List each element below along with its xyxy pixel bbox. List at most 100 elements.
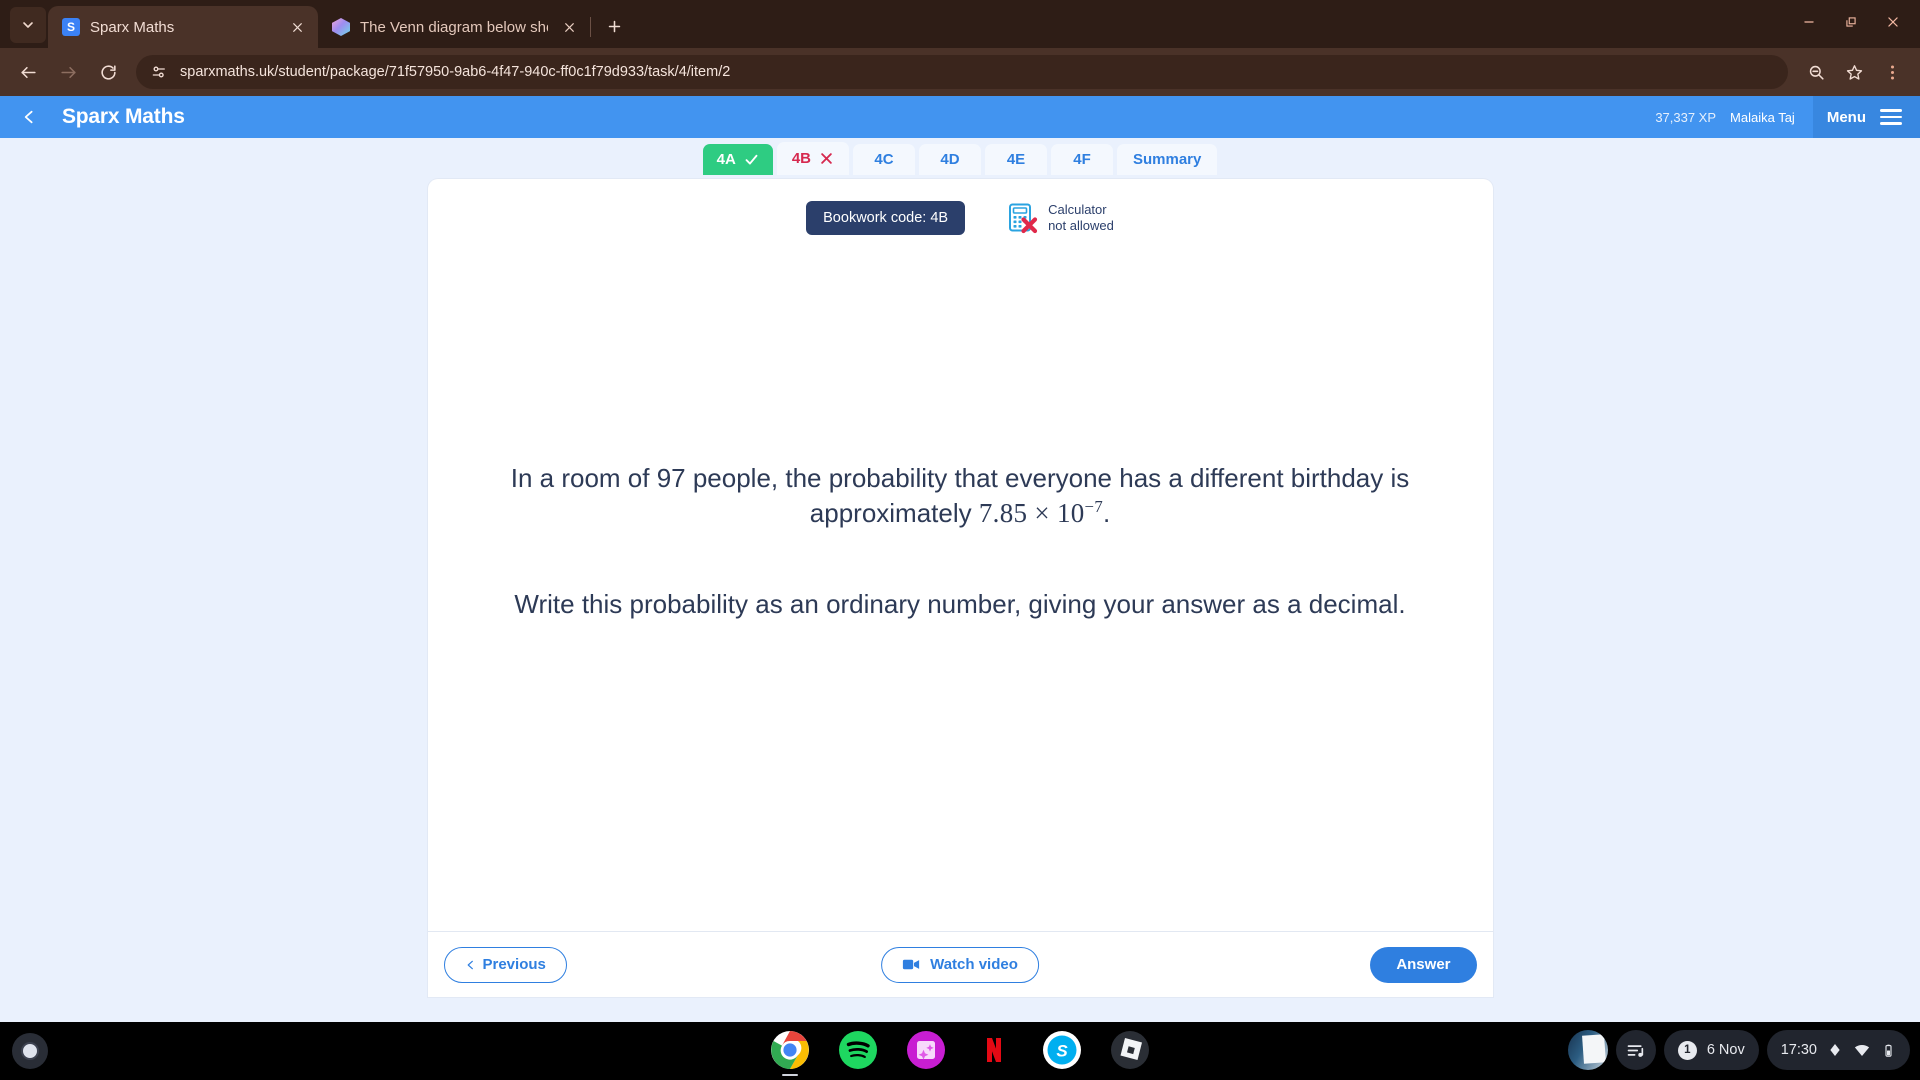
shelf-date: 6 Nov: [1706, 1042, 1745, 1058]
forward-arrow-icon[interactable]: [50, 54, 86, 90]
task-tab-label: 4E: [1006, 151, 1026, 168]
menu-label: Menu: [1826, 108, 1866, 126]
calculator-not-allowed-notice: Calculator not allowed: [1007, 202, 1114, 235]
math-times-symbol: ×: [1034, 497, 1050, 528]
calculator-line-2: not allowed: [1048, 218, 1114, 233]
task-tab-4a[interactable]: 4A: [702, 144, 773, 175]
user-name: Malaika Taj: [1730, 109, 1795, 125]
math-mantissa: 7.85: [978, 497, 1028, 528]
web-page-content: Sparx Maths 37,337 XP Malaika Taj Menu 4…: [0, 96, 1920, 1022]
tab-separator: [590, 17, 591, 37]
header-right-group: 37,337 XP Malaika Taj Menu: [1655, 96, 1920, 138]
card-footer: Previous Watch video Answer: [427, 931, 1493, 997]
three-dot-menu-icon[interactable]: [1874, 54, 1910, 90]
bookwork-code-badge: Bookwork code: 4B: [806, 201, 966, 235]
tab-title: The Venn diagram below shows: [360, 18, 548, 36]
xp-counter: 37,337 XP: [1655, 109, 1717, 125]
shelf-time: 17:30: [1780, 1042, 1817, 1058]
video-camera-icon: [902, 959, 920, 970]
chevron-left-icon[interactable]: [12, 100, 46, 134]
calculator-not-allowed-icon: [1007, 202, 1039, 234]
tab-title: Sparx Maths: [90, 18, 175, 36]
hamburger-icon[interactable]: [1880, 109, 1902, 125]
cross-icon: [821, 153, 832, 164]
question-statement: In a room of 97 people, the probability …: [476, 461, 1445, 531]
active-app-indicator: [782, 1073, 798, 1076]
roblox-icon[interactable]: [1110, 1030, 1150, 1070]
battery-icon: [1885, 1044, 1892, 1057]
search-zoom-icon[interactable]: [1798, 54, 1834, 90]
question-body: In a room of 97 people, the probability …: [428, 461, 1493, 622]
previous-button[interactable]: Previous: [443, 946, 567, 983]
shelf-app-list: S: [770, 1030, 1150, 1076]
task-tab-label: 4C: [874, 151, 894, 168]
question-card: Bookwork code: 4B Calculator not allowed…: [427, 179, 1493, 997]
card-header-row: Bookwork code: 4B Calculator not allowed: [428, 179, 1493, 235]
question-instruction: Write this probability as an ordinary nu…: [514, 589, 1406, 620]
chrome-icon[interactable]: [770, 1030, 810, 1076]
skype-icon[interactable]: S: [1042, 1030, 1082, 1070]
chevron-left-icon: [467, 960, 473, 969]
task-tab-bar: 4A 4B 4C 4D 4E 4F Summary: [0, 138, 1920, 175]
status-pill[interactable]: 17:30: [1766, 1030, 1910, 1070]
sparx-app-header: Sparx Maths 37,337 XP Malaika Taj Menu: [0, 96, 1920, 138]
watch-video-button[interactable]: Watch video: [881, 946, 1039, 983]
close-icon[interactable]: [558, 16, 580, 38]
notification-and-date-pill[interactable]: 1 6 Nov: [1663, 1030, 1759, 1070]
task-tab-4b[interactable]: 4B: [776, 142, 849, 175]
browser-window: S Sparx Maths The Venn diagram below sho…: [0, 0, 1920, 1022]
math-exponent: −7: [1084, 496, 1103, 516]
site-settings-icon[interactable]: [150, 63, 168, 81]
url-text: sparxmaths.uk/student/package/71f57950-9…: [180, 64, 731, 80]
sparx-s-icon: S: [62, 18, 80, 36]
tab-search-button[interactable]: [10, 7, 46, 43]
menu-button[interactable]: Menu: [1812, 96, 1920, 138]
launcher-icon[interactable]: [12, 1033, 48, 1069]
spotify-icon[interactable]: [838, 1030, 878, 1070]
answer-button[interactable]: Answer: [1370, 946, 1477, 983]
task-tab-4d[interactable]: 4D: [919, 144, 981, 175]
math-base: 10: [1056, 497, 1085, 528]
system-tray: 1 6 Nov 17:30: [1567, 1030, 1910, 1070]
launcher-ring: [21, 1042, 39, 1060]
task-tab-summary[interactable]: Summary: [1117, 144, 1218, 175]
restore-icon[interactable]: [1832, 6, 1870, 38]
watch-video-label: Watch video: [930, 956, 1018, 973]
window-controls: [1790, 6, 1912, 38]
media-playlist-icon[interactable]: [1615, 1030, 1656, 1070]
browser-tab-sparx-maths[interactable]: S Sparx Maths: [48, 6, 318, 48]
chromeos-shelf: S 1 6 Nov 17:30: [0, 1022, 1920, 1080]
new-tab-button[interactable]: [597, 9, 631, 43]
back-arrow-icon[interactable]: [10, 54, 46, 90]
photos-icon[interactable]: [906, 1030, 946, 1070]
task-tab-4f[interactable]: 4F: [1051, 144, 1113, 175]
calculator-note-text: Calculator not allowed: [1048, 202, 1114, 235]
tab-strip: S Sparx Maths The Venn diagram below sho…: [0, 0, 1920, 48]
task-tab-label: 4F: [1073, 151, 1091, 168]
reload-icon[interactable]: [90, 54, 126, 90]
calculator-line-1: Calculator: [1048, 201, 1107, 217]
task-tab-label: 4A: [716, 151, 736, 168]
task-tab-4c[interactable]: 4C: [853, 144, 915, 175]
netflix-icon[interactable]: [974, 1030, 1014, 1070]
thumbnail-sheet: [1581, 1034, 1606, 1064]
stylus-icon: [1830, 1044, 1840, 1056]
screen-capture-thumbnail[interactable]: [1567, 1030, 1608, 1070]
chromeos-screen: S Sparx Maths The Venn diagram below sho…: [0, 0, 1920, 1080]
star-icon[interactable]: [1836, 54, 1872, 90]
question-text-part1: In a room of 97 people, the probability …: [510, 463, 1410, 528]
close-icon[interactable]: [1874, 6, 1912, 38]
browser-tab-venn-diagram[interactable]: The Venn diagram below shows: [318, 6, 590, 48]
close-icon[interactable]: [286, 16, 308, 38]
address-bar[interactable]: sparxmaths.uk/student/package/71f57950-9…: [136, 55, 1788, 89]
check-icon: [745, 154, 758, 165]
task-tab-label: Summary: [1133, 151, 1202, 168]
svg-text:S: S: [1056, 1042, 1068, 1061]
task-tab-label: 4B: [791, 150, 811, 167]
scientific-notation-expression: 7.85 × 10−7: [978, 496, 1103, 528]
wifi-icon: [1854, 1045, 1870, 1056]
task-tab-label: 4D: [940, 151, 960, 168]
minimize-icon[interactable]: [1790, 6, 1828, 38]
task-tab-4e[interactable]: 4E: [985, 144, 1047, 175]
question-text-period: .: [1102, 497, 1111, 528]
